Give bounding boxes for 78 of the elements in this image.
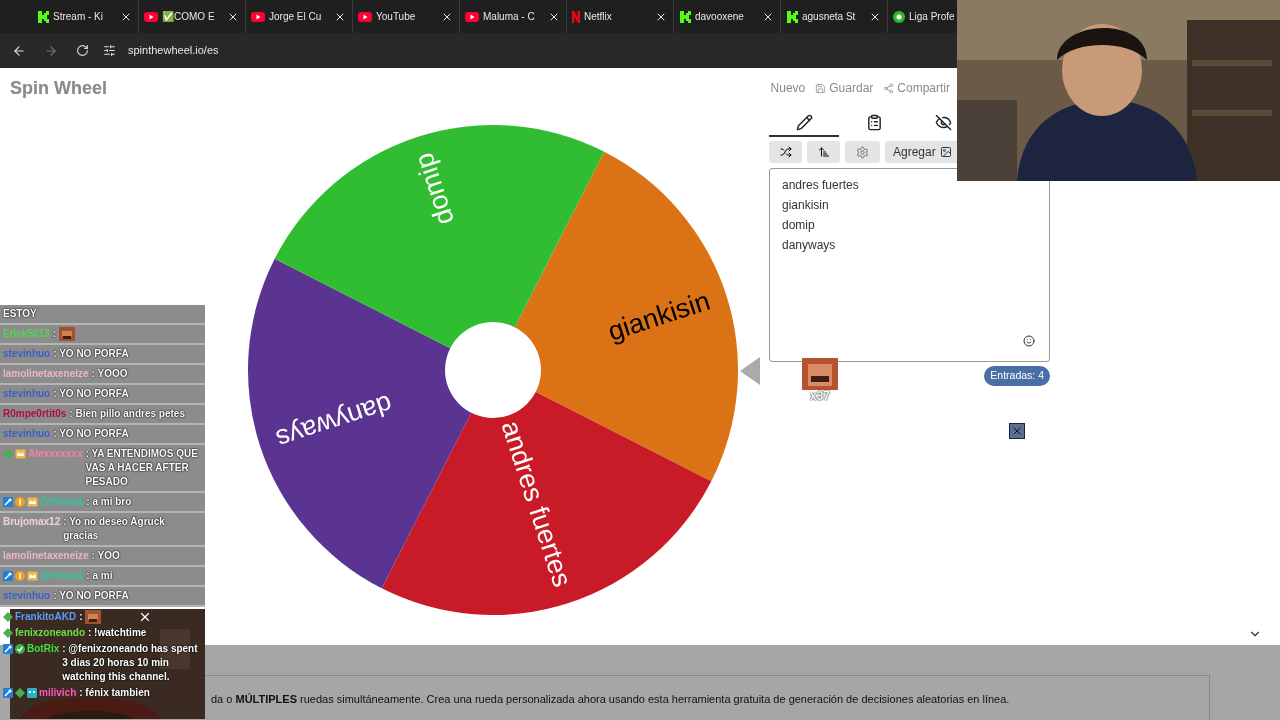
- entry-text: domip: [782, 217, 816, 234]
- check-badge-icon: [15, 644, 25, 654]
- chat-text: ESTOY: [3, 307, 37, 321]
- segment-label: andres fuertes: [495, 417, 578, 591]
- chat-text: : YO NO PORFA: [53, 347, 129, 361]
- forward-icon[interactable]: [44, 43, 58, 58]
- chat-username[interactable]: fenixzoneando: [15, 626, 85, 640]
- k-logo-icon: [679, 10, 691, 23]
- chat-text: : YA ENTENDIMOS QUE VAS A HACER AFTER PESADO: [85, 447, 199, 489]
- pointer-icon: [740, 357, 760, 385]
- k-logo-icon: [786, 10, 798, 23]
- diamond-icon: [3, 449, 13, 459]
- shuffle-button[interactable]: [769, 141, 802, 163]
- description-text: da o MÚLTIPLES ruedas simultáneamente. Crea una rueda personalizada ahora usando esta herramienta gratuita de generación de decisiones aleatorias en línea.: [211, 693, 1010, 705]
- chat-text: :: [79, 610, 83, 624]
- header-link[interactable]: Nuevo: [770, 79, 806, 97]
- pencil-icon: [795, 114, 813, 131]
- entry-text: danyways: [782, 237, 837, 254]
- wrench-icon: [3, 497, 13, 507]
- k-logo-icon: [37, 10, 49, 23]
- wrench-icon: [3, 688, 13, 698]
- chat-text: :: [52, 327, 57, 341]
- back-icon[interactable]: [12, 43, 26, 58]
- shuffle-icon: [779, 146, 792, 158]
- header-link[interactable]: Compartir: [883, 79, 950, 97]
- site-settings-icon[interactable]: [103, 44, 116, 57]
- image-icon: [939, 146, 952, 158]
- play-logo-icon: [144, 11, 158, 22]
- clipboard-icon: [865, 114, 883, 131]
- share-icon: [883, 82, 895, 94]
- n-logo-icon: [572, 10, 580, 23]
- chat-text: : fénix tambien: [79, 686, 150, 700]
- entries-count: Entradas: 4: [984, 366, 1050, 386]
- sort-button[interactable]: [807, 141, 840, 163]
- browser-tab[interactable]: Liga Profe: [888, 0, 957, 33]
- coin-icon: [15, 571, 25, 581]
- play-logo-icon: [251, 11, 265, 22]
- chat-username[interactable]: milivich: [39, 686, 77, 700]
- save-icon: [815, 82, 827, 94]
- chat-text: : !watchtime: [88, 626, 147, 640]
- chat-text: : YO NO PORFA: [53, 387, 129, 401]
- chat-text: : YOO: [91, 549, 120, 563]
- combo-count: x37: [810, 390, 830, 403]
- crown-icon: [27, 497, 38, 507]
- segment-label: domip: [408, 149, 460, 229]
- wrench-icon: [3, 644, 13, 654]
- play-logo-icon: [465, 11, 479, 22]
- entry-text: giankisin: [782, 197, 830, 214]
- logo[interactable]: Spin Wheel: [10, 74, 107, 102]
- chat-text: : @fenixzoneando has spent 3 dias 20 horas 10 min watching this channel.: [62, 642, 199, 684]
- robot-icon: [27, 688, 37, 698]
- crown-icon: [15, 449, 26, 459]
- chat-username[interactable]: FrankitoAKD: [15, 610, 77, 624]
- reload-icon[interactable]: [76, 44, 89, 57]
- add-image-button[interactable]: Agregar: [885, 141, 960, 163]
- chat-text: : YO NO PORFA: [53, 427, 129, 441]
- play-logo-icon: [358, 11, 372, 22]
- chat-text: : Bien pillo andres petes: [69, 407, 185, 421]
- sort-icon: [817, 146, 830, 158]
- emoji-icon[interactable]: [1023, 335, 1035, 347]
- coin-icon: [15, 497, 25, 507]
- chat-text: : a mi: [86, 569, 113, 583]
- chat-text: : Yo no deseo Agruck gracias: [63, 515, 166, 543]
- wrench-icon: [3, 571, 13, 581]
- chat-text: : a mi bro: [86, 495, 132, 509]
- chat-text: : YOOO: [91, 367, 128, 381]
- close-icon[interactable]: [138, 610, 152, 624]
- entry-text: andres fuertes: [782, 177, 860, 194]
- crown-icon: [27, 571, 38, 581]
- url-field[interactable]: spinthewheel.io/es: [128, 42, 219, 59]
- eye-off-icon: [935, 114, 952, 131]
- diamond-icon: [15, 688, 25, 698]
- chat-username[interactable]: BotRix: [27, 642, 60, 656]
- header-link[interactable]: Guardar: [815, 79, 874, 97]
- ball-icon: [893, 10, 905, 23]
- settings-icon: [856, 145, 869, 159]
- close-button[interactable]: [1009, 422, 1025, 439]
- chat-text: : YO NO PORFA: [53, 589, 129, 603]
